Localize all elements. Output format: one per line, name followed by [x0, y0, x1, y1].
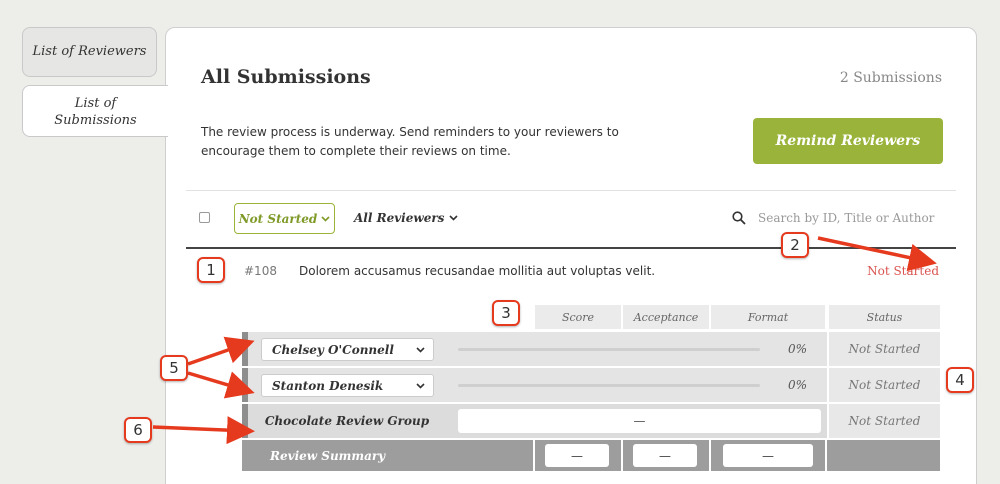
annotation-badge-4: 4: [946, 367, 974, 393]
annotation-arrow-6: [152, 416, 255, 445]
annotation-arrow-2: [817, 236, 937, 272]
annotation-badge-2: 2: [781, 232, 809, 258]
annotation-badge-5: 5: [160, 355, 188, 381]
annotation-badge-3: 3: [492, 300, 520, 326]
annotation-badge-6: 6: [124, 417, 152, 443]
annotation-arrow-5b: [187, 371, 255, 399]
annotation-arrows: [152, 236, 937, 445]
annotation-arrow-5a: [187, 336, 255, 366]
annotation-badge-1: 1: [197, 257, 225, 283]
